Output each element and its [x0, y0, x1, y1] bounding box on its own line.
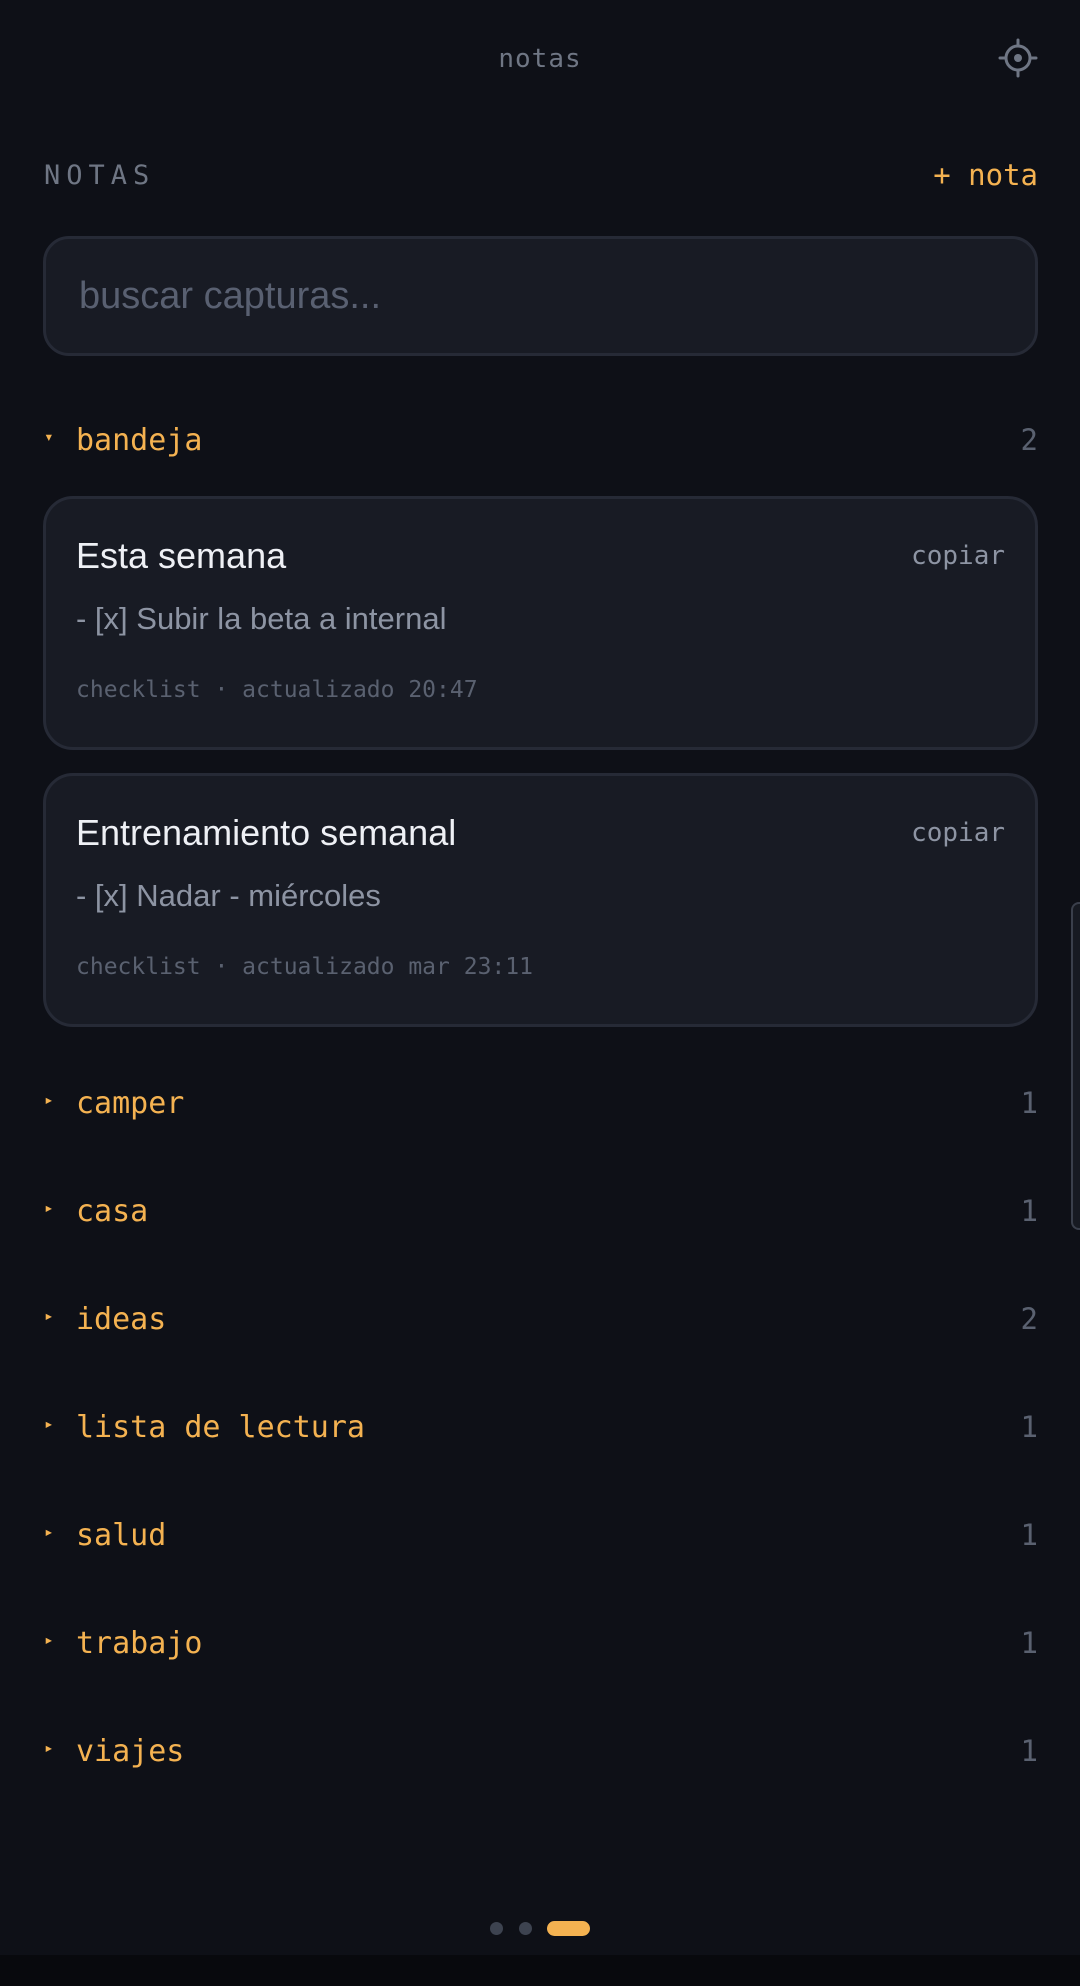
caret-right-icon: ▸	[44, 1738, 54, 1757]
caret-right-icon: ▸	[44, 1306, 54, 1325]
group-count: 1	[1020, 1626, 1038, 1660]
group-name: salud	[76, 1518, 167, 1553]
group-camper[interactable]: ▸ camper 1	[44, 1074, 1038, 1134]
page-dot-active[interactable]	[547, 1921, 590, 1936]
page-dot[interactable]	[490, 1922, 503, 1935]
top-bar: notas	[0, 0, 1080, 120]
group-count: 1	[1020, 1734, 1038, 1768]
group-count: 2	[1020, 1302, 1038, 1336]
group-name: lista de lectura	[76, 1410, 365, 1445]
caret-right-icon: ▸	[44, 1090, 54, 1109]
copy-button[interactable]: copiar	[911, 818, 1005, 848]
group-salud[interactable]: ▸ salud 1	[44, 1506, 1038, 1566]
group-ideas[interactable]: ▸ ideas 2	[44, 1290, 1038, 1350]
group-lista-de-lectura[interactable]: ▸ lista de lectura 1	[44, 1398, 1038, 1458]
search-box	[43, 236, 1038, 356]
group-count: 1	[1020, 1518, 1038, 1552]
note-meta: checklist · actualizado 20:47	[76, 677, 478, 703]
group-viajes[interactable]: ▸ viajes 1	[44, 1722, 1038, 1782]
notes-section-header: NOTAS + nota	[44, 156, 1038, 196]
group-count: 1	[1020, 1194, 1038, 1228]
section-title: NOTAS	[44, 160, 156, 191]
caret-down-icon: ▾	[44, 427, 54, 446]
caret-right-icon: ▸	[44, 1522, 54, 1541]
app-title: notas	[498, 44, 582, 74]
group-name: trabajo	[76, 1626, 203, 1661]
group-name: casa	[76, 1194, 149, 1229]
page-dot[interactable]	[519, 1922, 532, 1935]
caret-right-icon: ▸	[44, 1414, 54, 1433]
group-count: 1	[1020, 1086, 1038, 1120]
note-preview: - [x] Subir la beta a internal	[76, 601, 447, 636]
page-indicator	[0, 1918, 1080, 1938]
search-input[interactable]	[46, 239, 1035, 353]
group-bandeja[interactable]: ▾ bandeja 2	[44, 411, 1038, 471]
group-casa[interactable]: ▸ casa 1	[44, 1182, 1038, 1242]
gear-icon	[998, 38, 1038, 78]
edge-scroll-handle[interactable]	[1071, 902, 1080, 1230]
note-preview: - [x] Nadar - miércoles	[76, 878, 381, 913]
group-name: ideas	[76, 1302, 167, 1337]
caret-right-icon: ▸	[44, 1630, 54, 1649]
group-name: camper	[76, 1086, 185, 1121]
group-name: viajes	[76, 1734, 185, 1769]
group-trabajo[interactable]: ▸ trabajo 1	[44, 1614, 1038, 1674]
caret-right-icon: ▸	[44, 1198, 54, 1217]
note-card[interactable]: Entrenamiento semanal copiar - [x] Nadar…	[43, 773, 1038, 1027]
settings-button[interactable]	[996, 36, 1040, 80]
group-count: 2	[1020, 423, 1038, 457]
note-title: Entrenamiento semanal	[76, 812, 457, 853]
navigation-bar	[0, 1955, 1080, 1986]
note-title: Esta semana	[76, 535, 287, 576]
new-note-button[interactable]: + nota	[933, 158, 1038, 192]
note-meta: checklist · actualizado mar 23:11	[76, 954, 533, 980]
note-card[interactable]: Esta semana copiar - [x] Subir la beta a…	[43, 496, 1038, 750]
group-name: bandeja	[76, 423, 203, 458]
group-count: 1	[1020, 1410, 1038, 1444]
copy-button[interactable]: copiar	[911, 541, 1005, 571]
